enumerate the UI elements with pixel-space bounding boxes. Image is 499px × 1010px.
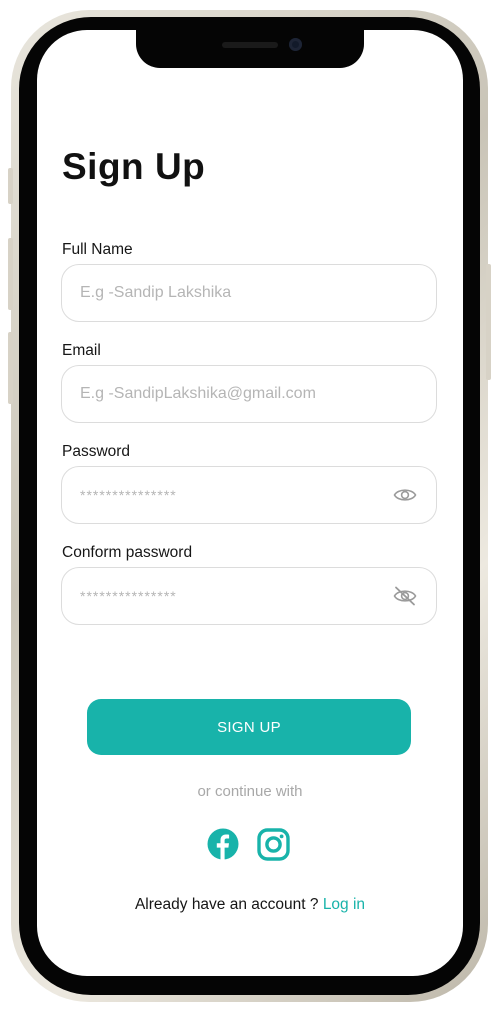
page-title: Sign Up	[62, 146, 206, 187]
speaker-grille	[222, 42, 278, 48]
phone-side-button	[8, 332, 13, 404]
email-field[interactable]: E.g -SandipLakshika@gmail.com	[61, 365, 437, 423]
full-name-label: Full Name	[62, 241, 133, 258]
password-label: Password	[62, 443, 131, 460]
screen: Sign Up Full Name E.g -Sandip Lakshika E…	[37, 30, 463, 976]
full-name-field[interactable]: E.g -Sandip Lakshika	[61, 264, 437, 322]
password-placeholder: ***************	[80, 487, 177, 503]
phone-side-button	[8, 168, 13, 204]
continue-with-text: or continue with	[197, 783, 303, 800]
full-name-placeholder: E.g -Sandip Lakshika	[80, 284, 232, 301]
sign-up-button[interactable]: SIGN UP	[87, 699, 411, 755]
email-label: Email	[62, 342, 101, 359]
eye-icon[interactable]	[392, 484, 418, 506]
front-camera	[289, 38, 302, 51]
notch	[136, 30, 364, 68]
confirm-password-label: Conform password	[62, 544, 193, 561]
password-field[interactable]: ***************	[61, 466, 437, 524]
phone-side-button	[486, 264, 491, 380]
facebook-icon[interactable]	[207, 828, 239, 860]
login-link[interactable]: Log in	[323, 896, 365, 913]
confirm-password-field[interactable]: ***************	[61, 567, 437, 625]
sign-up-button-label: SIGN UP	[217, 718, 281, 736]
email-placeholder: E.g -SandipLakshika@gmail.com	[80, 385, 316, 402]
phone-side-button	[8, 238, 13, 310]
instagram-icon[interactable]	[257, 828, 290, 861]
login-prompt-text: Already have an account ?	[134, 896, 319, 913]
login-prompt: Already have an account ? Log in	[37, 896, 463, 914]
confirm-password-placeholder: ***************	[80, 588, 177, 604]
eye-off-icon[interactable]	[392, 585, 418, 607]
